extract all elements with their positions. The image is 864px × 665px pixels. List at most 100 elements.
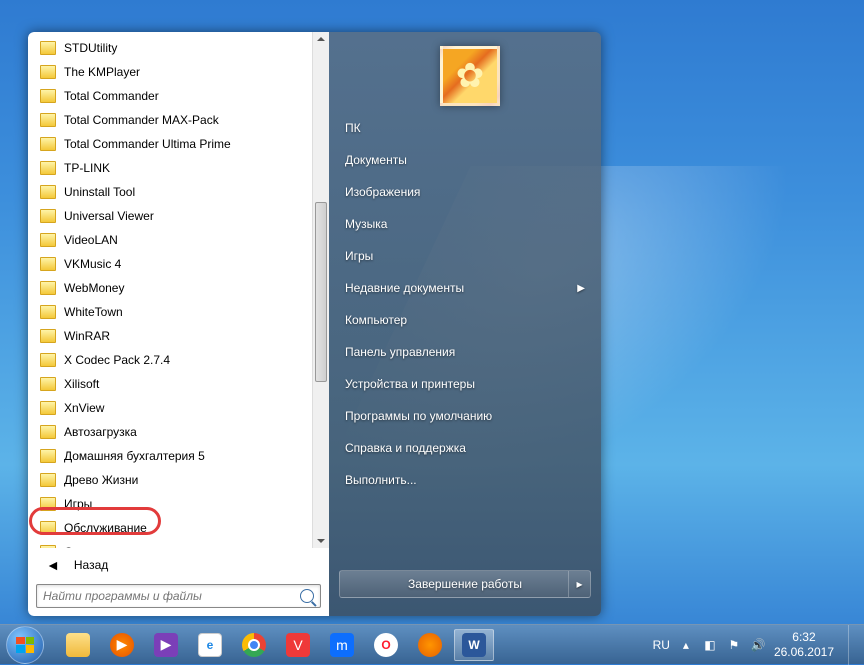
taskbar-chrome[interactable] xyxy=(234,629,274,661)
opera-icon: O xyxy=(374,633,398,657)
program-folder[interactable]: WebMoney xyxy=(34,276,327,300)
taskbar-maxthon[interactable]: m xyxy=(322,629,362,661)
program-folder[interactable]: Древо Жизни xyxy=(34,468,327,492)
program-folder[interactable]: Total Commander xyxy=(34,84,327,108)
program-label: Uninstall Tool xyxy=(64,185,135,199)
chevron-right-icon: ▶ xyxy=(577,283,585,294)
right-item-control-panel[interactable]: Панель управления xyxy=(329,336,601,368)
taskbar-firefox[interactable] xyxy=(410,629,450,661)
program-folder[interactable]: Автозагрузка xyxy=(34,420,327,444)
taskbar-purple[interactable]: ▶ xyxy=(146,629,186,661)
start-menu-right-panel: ПК Документы Изображения Музыка Игры Нед… xyxy=(329,32,601,616)
start-menu-left-panel: STDUtility The KMPlayer Total Commander Tot… xyxy=(28,32,329,616)
program-folder[interactable]: TP-LINK xyxy=(34,156,327,180)
scroll-thumb[interactable] xyxy=(315,202,327,382)
program-folder[interactable]: Total Commander Ultima Prime xyxy=(34,132,327,156)
program-label: Total Commander xyxy=(64,89,159,103)
program-label: Xilisoft xyxy=(64,377,99,391)
start-button[interactable] xyxy=(6,626,44,664)
right-item-music[interactable]: Музыка xyxy=(329,208,601,240)
folder-icon xyxy=(40,521,56,535)
folder-icon xyxy=(40,185,56,199)
program-folder[interactable]: Игры xyxy=(34,492,327,516)
media-player-icon: ▶ xyxy=(110,633,134,657)
chrome-icon xyxy=(242,633,266,657)
program-label: TP-LINK xyxy=(64,161,110,175)
tray-volume-icon[interactable]: 🔊 xyxy=(750,637,766,653)
taskbar-explorer[interactable] xyxy=(58,629,98,661)
taskbar-word[interactable]: W xyxy=(454,629,494,661)
tray-clock[interactable]: 6:32 26.06.2017 xyxy=(774,630,834,659)
folder-icon xyxy=(40,257,56,271)
search-box[interactable] xyxy=(36,584,321,608)
program-folder[interactable]: XnView xyxy=(34,396,327,420)
right-item-defaults[interactable]: Программы по умолчанию xyxy=(329,400,601,432)
program-folder[interactable]: VKMusic 4 xyxy=(34,252,327,276)
shutdown-options-arrow[interactable]: ▸ xyxy=(568,571,590,597)
right-item-run[interactable]: Выполнить... xyxy=(329,464,601,496)
program-folder[interactable]: Xilisoft xyxy=(34,372,327,396)
folder-icon xyxy=(40,449,56,463)
program-label: The KMPlayer xyxy=(64,65,140,79)
taskbar-vivaldi[interactable]: V xyxy=(278,629,318,661)
program-label: STDUtility xyxy=(64,41,117,55)
show-desktop-button[interactable] xyxy=(848,625,860,665)
right-item-recent[interactable]: Недавние документы▶ xyxy=(329,272,601,304)
tray-flag-icon[interactable]: ⚑ xyxy=(726,637,742,653)
tray-app-icon[interactable]: ◧ xyxy=(702,637,718,653)
taskbar-wmp[interactable]: ▶ xyxy=(102,629,142,661)
right-item-devices[interactable]: Устройства и принтеры xyxy=(329,368,601,400)
program-folder[interactable]: The KMPlayer xyxy=(34,60,327,84)
program-label: Universal Viewer xyxy=(64,209,154,223)
program-folder[interactable]: Обслуживание xyxy=(34,516,327,540)
program-folder[interactable]: Universal Viewer xyxy=(34,204,327,228)
right-item-pc[interactable]: ПК xyxy=(329,112,601,144)
taskbar-opera[interactable]: O xyxy=(366,629,406,661)
tray-lang[interactable]: RU xyxy=(653,638,670,652)
right-item-pictures[interactable]: Изображения xyxy=(329,176,601,208)
program-label: WinRAR xyxy=(64,329,110,343)
word-icon: W xyxy=(462,633,486,657)
right-item-games[interactable]: Игры xyxy=(329,240,601,272)
tray-date: 26.06.2017 xyxy=(774,645,834,659)
shutdown-button[interactable]: Завершение работы ▸ xyxy=(339,570,591,598)
taskbar-pinned: ▶ ▶ e V m O W xyxy=(58,629,494,661)
program-folder[interactable]: STDUtility xyxy=(34,36,327,60)
search-icon xyxy=(300,589,314,603)
program-folder[interactable]: WinRAR xyxy=(34,324,327,348)
firefox-icon xyxy=(418,633,442,657)
program-label: Домашняя бухгалтерия 5 xyxy=(64,449,205,463)
program-folder[interactable]: X Codec Pack 2.7.4 xyxy=(34,348,327,372)
folder-icon xyxy=(66,633,90,657)
program-folder[interactable]: VideoLAN xyxy=(34,228,327,252)
search-input[interactable] xyxy=(43,589,300,603)
start-menu: STDUtility The KMPlayer Total Commander Tot… xyxy=(28,32,601,616)
play-icon: ▶ xyxy=(154,633,178,657)
program-label: Стандартные xyxy=(64,545,139,548)
user-picture[interactable] xyxy=(440,46,500,106)
system-tray: RU ▴ ◧ ⚑ 🔊 6:32 26.06.2017 xyxy=(653,625,864,665)
folder-icon xyxy=(40,113,56,127)
right-item-help[interactable]: Справка и поддержка xyxy=(329,432,601,464)
program-folder[interactable]: Uninstall Tool xyxy=(34,180,327,204)
scrollbar[interactable] xyxy=(312,32,329,548)
folder-icon xyxy=(40,233,56,247)
folder-icon xyxy=(40,473,56,487)
folder-icon xyxy=(40,545,56,548)
right-item-documents[interactable]: Документы xyxy=(329,144,601,176)
folder-icon xyxy=(40,161,56,175)
program-folder[interactable]: WhiteTown xyxy=(34,300,327,324)
program-label: VKMusic 4 xyxy=(64,257,121,271)
program-folder[interactable]: Total Commander MAX-Pack xyxy=(34,108,327,132)
program-label: Автозагрузка xyxy=(64,425,137,439)
program-folder[interactable]: Домашняя бухгалтерия 5 xyxy=(34,444,327,468)
program-label: X Codec Pack 2.7.4 xyxy=(64,353,170,367)
right-item-computer[interactable]: Компьютер xyxy=(329,304,601,336)
taskbar: ▶ ▶ e V m O W RU ▴ ◧ ⚑ 🔊 6:32 26.06.2017 xyxy=(0,624,864,664)
taskbar-ie[interactable]: e xyxy=(190,629,230,661)
program-label: XnView xyxy=(64,401,104,415)
maxthon-icon: m xyxy=(330,633,354,657)
tray-chevron-up-icon[interactable]: ▴ xyxy=(678,637,694,653)
back-button[interactable]: ◄ Назад xyxy=(28,552,329,578)
program-folder[interactable]: Стандартные xyxy=(34,540,327,548)
